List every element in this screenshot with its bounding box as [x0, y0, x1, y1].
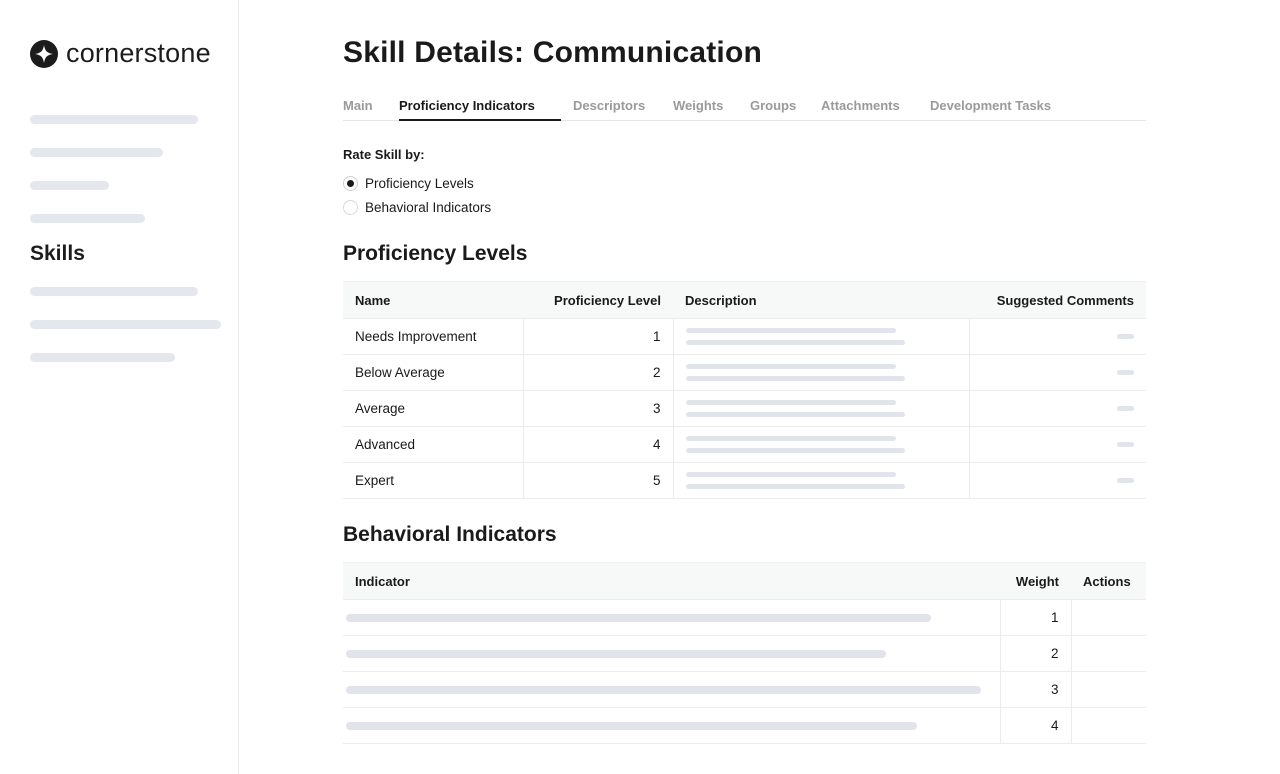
actions-cell[interactable]: [1070, 671, 1146, 708]
description-cell[interactable]: [672, 354, 969, 391]
comments-cell[interactable]: [968, 354, 1146, 391]
column-header-indicator[interactable]: Indicator: [343, 562, 1000, 600]
level-name-cell: Below Average: [343, 354, 523, 391]
tab-descriptors[interactable]: Descriptors: [573, 98, 645, 113]
column-header-name[interactable]: Name: [343, 281, 523, 319]
column-header-actions: Actions: [1071, 562, 1146, 600]
sidebar-nav-placeholder[interactable]: [30, 214, 145, 223]
level-name-cell: Average: [343, 390, 523, 427]
sidebar-nav-placeholder[interactable]: [30, 320, 221, 329]
column-header-proficiency-level[interactable]: Proficiency Level: [523, 281, 673, 319]
tab-bar: Main Proficiency Indicators Descriptors …: [343, 90, 1146, 121]
column-header-weight[interactable]: Weight: [1000, 562, 1071, 600]
tab-main[interactable]: Main: [343, 98, 373, 113]
behavioral-indicators-heading: Behavioral Indicators: [343, 523, 557, 546]
level-number-cell: 1: [522, 318, 673, 355]
tab-weights[interactable]: Weights: [673, 98, 723, 113]
indicator-cell[interactable]: [343, 599, 1000, 636]
radio-option-behavioral-indicators[interactable]: Behavioral Indicators: [343, 200, 491, 215]
comments-cell[interactable]: [968, 426, 1146, 463]
column-header-description[interactable]: Description: [673, 281, 969, 319]
weight-cell: 1: [999, 599, 1071, 636]
radio-button-checked[interactable]: [343, 176, 358, 191]
description-cell[interactable]: [672, 390, 969, 427]
weight-cell: 3: [999, 671, 1071, 708]
sidebar-nav-placeholder[interactable]: [30, 148, 163, 157]
tab-attachments[interactable]: Attachments: [821, 98, 900, 113]
comments-cell[interactable]: [968, 390, 1146, 427]
comments-cell[interactable]: [968, 462, 1146, 499]
level-number-cell: 3: [522, 390, 673, 427]
table-row[interactable]: Needs Improvement 1: [343, 318, 1146, 355]
sidebar-nav-placeholder[interactable]: [30, 353, 175, 362]
proficiency-levels-heading: Proficiency Levels: [343, 242, 528, 265]
cornerstone-logo-icon: [30, 39, 58, 68]
level-number-cell: 4: [522, 426, 673, 463]
level-number-cell: 5: [522, 462, 673, 499]
tab-groups[interactable]: Groups: [750, 98, 796, 113]
description-cell[interactable]: [672, 426, 969, 463]
table-row[interactable]: Expert 5: [343, 462, 1146, 499]
sidebar-nav-placeholder[interactable]: [30, 115, 198, 124]
level-name-cell: Needs Improvement: [343, 318, 523, 355]
actions-cell[interactable]: [1070, 635, 1146, 672]
rate-skill-label: Rate Skill by:: [343, 147, 425, 162]
weight-cell: 4: [999, 707, 1071, 744]
description-cell[interactable]: [672, 462, 969, 499]
sidebar: cornerstone Skills: [0, 0, 239, 774]
tab-development-tasks[interactable]: Development Tasks: [930, 98, 1051, 113]
indicator-cell[interactable]: [343, 671, 1000, 708]
sidebar-nav-placeholder[interactable]: [30, 181, 109, 190]
radio-label: Behavioral Indicators: [365, 200, 492, 215]
indicator-cell[interactable]: [343, 707, 1000, 744]
description-cell[interactable]: [672, 318, 969, 355]
radio-option-proficiency-levels[interactable]: Proficiency Levels: [343, 176, 474, 191]
actions-cell[interactable]: [1070, 599, 1146, 636]
actions-cell[interactable]: [1070, 707, 1146, 744]
weight-cell: 2: [999, 635, 1071, 672]
table-row[interactable]: 1: [343, 599, 1146, 636]
table-row[interactable]: 4: [343, 707, 1146, 744]
tab-proficiency-indicators[interactable]: Proficiency Indicators: [399, 98, 535, 113]
table-row[interactable]: 2: [343, 635, 1146, 672]
brand-logo[interactable]: cornerstone: [30, 38, 211, 69]
sidebar-skills-heading: Skills: [30, 242, 85, 265]
table-row[interactable]: Advanced 4: [343, 426, 1146, 463]
table-header-row: Indicator Weight Actions: [343, 562, 1146, 600]
table-row[interactable]: 3: [343, 671, 1146, 708]
level-number-cell: 2: [522, 354, 673, 391]
table-header-row: Name Proficiency Level Description Sugge…: [343, 281, 1146, 319]
radio-label: Proficiency Levels: [365, 176, 474, 191]
table-row[interactable]: Below Average 2: [343, 354, 1146, 391]
table-row[interactable]: Average 3: [343, 390, 1146, 427]
proficiency-levels-table: Name Proficiency Level Description Sugge…: [343, 281, 1146, 499]
behavioral-indicators-table: Indicator Weight Actions 1 2 3 4: [343, 562, 1146, 744]
level-name-cell: Advanced: [343, 426, 523, 463]
brand-name: cornerstone: [66, 38, 211, 68]
column-header-suggested-comments[interactable]: Suggested Comments: [969, 281, 1146, 319]
indicator-cell[interactable]: [343, 635, 1000, 672]
level-name-cell: Expert: [343, 462, 523, 499]
radio-button-unchecked[interactable]: [343, 200, 358, 215]
sidebar-nav-placeholder[interactable]: [30, 287, 198, 296]
page-title: Skill Details: Communication: [343, 36, 763, 69]
active-tab-indicator: [399, 119, 561, 121]
comments-cell[interactable]: [968, 318, 1146, 355]
